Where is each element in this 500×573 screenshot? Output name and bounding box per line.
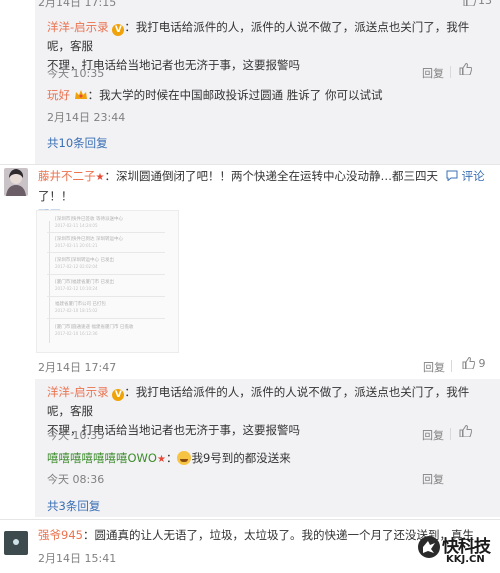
row-divider [47,318,165,319]
tracking-row-status: [厦门市]圆通速递 福建省厦门市 已揽收 [55,325,134,330]
reply-body: ：我大学的时候在中国邮政投诉过圆通 胜诉了 你可以试试 [87,88,383,102]
avatar[interactable] [4,168,28,196]
reply-time: 今天 08:36 [47,473,105,486]
attached-image[interactable]: [深圳市]快件已签收 等待派送中心 2017-02-11 14:24:05 [深… [36,210,179,353]
divider [0,519,500,520]
watermark-subtitle: KKJ.CN [446,554,485,565]
reply-time: 今天 10:35 [47,429,105,442]
reply-item: 洋洋-启示录 V ：我打电话给派件的人，派件的人说不做了，派送点也关门了，我件呢，… [47,383,494,443]
tracking-row-time: 2017-02-12 10:10:24 [55,286,98,291]
laughing-emoji-icon [177,451,192,465]
tracking-row-time: 2017-02-11 20:01:21 [55,243,98,248]
action-divider [450,428,451,440]
reply-body-line1: ：我打电话给派件的人，派件的人说不做了，派送点也关门了，我件呢，客服 [47,20,470,53]
tracking-row-time: 2017-02-10 18:15:02 [55,308,98,313]
reply-username[interactable]: 嘻嘻嘻嘻嘻嘻嘻OWO [47,451,157,465]
like-count: 9 [478,357,486,370]
tracking-row-status: [深圳市]深圳转运中心 已发出 [55,258,114,263]
timeline-line [49,221,50,343]
tracking-row-time: 2017-02-10 16:12:36 [55,331,98,336]
row-divider [47,274,165,275]
tracking-row-status: [厦门市]福建省厦门市 已发出 [55,280,114,285]
reply-button[interactable]: 回复 [422,65,444,81]
reply-item: 玩好 ：我大学的时候在中国邮政投诉过圆通 胜诉了 你可以试试 2月14日 23:… [47,86,494,126]
reply-item: 洋洋-启示录 V ：我打电话给派件的人，派件的人说不做了，派送点也关门了，我件呢，… [47,18,494,81]
tracking-row-status: 福建省厦门市公司 已打包 [55,302,106,307]
more-replies-link[interactable]: 共3条回复 [47,498,100,514]
reply-text: 洋洋-启示录 V ：我打电话给派件的人，派件的人说不做了，派送点也关门了，我件呢，… [47,383,477,440]
thumbs-up-icon[interactable] [459,63,472,76]
reply-button[interactable]: 回复 [423,359,445,375]
reply-button[interactable]: 回复 [422,427,444,443]
row-divider [47,232,165,233]
comment-username[interactable]: 强爷945 [38,528,83,542]
top-strip: 2月14日 17:15 13 [0,0,500,10]
avatar[interactable] [4,531,28,555]
reply-username[interactable]: 玩好 [47,88,70,102]
row-divider [47,252,165,253]
reply-item: 嘻嘻嘻嘻嘻嘻嘻OWO★： 我9号到的都没送来 今天 08:36 回复 [47,449,494,489]
comment-button[interactable]: 评论 [446,168,485,184]
reply-button[interactable]: 回复 [422,471,444,487]
tracking-row-time: 2017-02-12 02:02:04 [55,264,98,269]
star-badge-icon: ★ [156,454,166,465]
thumbs-up-icon[interactable] [459,425,472,438]
comment-date: 2月14日 15:41 [38,552,117,565]
comment-button-label: 评论 [461,169,485,183]
reply-body-line1: ：我打电话给派件的人，派件的人说不做了，派送点也关门了，我件呢，客服 [47,385,470,418]
prev-comment-date: 2月14日 17:15 [38,0,117,9]
tracking-row-status: [深圳市]快件已到达 深圳转运中心 [55,237,123,242]
action-divider [450,66,451,78]
reply-text: 洋洋-启示录 V ：我打电话给派件的人，派件的人说不做了，派送点也关门了，我件呢，… [47,18,477,75]
comment-date: 2月14日 17:47 [38,361,117,374]
like-button[interactable]: 9 [462,357,486,370]
comment-username[interactable]: 藤井不二子 [38,169,96,183]
watermark-emblem-icon [418,536,440,558]
more-replies-link[interactable]: 共10条回复 [47,135,108,151]
thumbs-up-icon [462,357,475,369]
reply-box: 洋洋-启示录 V ：我打电话给派件的人，派件的人说不做了，派送点也关门了，我件呢，… [35,10,500,164]
action-divider [451,360,452,372]
like-count: 13 [478,0,492,7]
row-divider [47,296,165,297]
reply-body: 我9号到的都没送来 [191,451,291,465]
tracking-row-status: [深圳市]快件已签收 等待派送中心 [55,217,123,222]
reply-time: 今天 10:35 [47,67,105,80]
reply-box: 洋洋-启示录 V ：我打电话给派件的人，派件的人说不做了，派送点也关门了，我件呢，… [35,379,500,517]
comment-body: ：圆通真的让人无语了，垃圾，太垃圾了。我的快递一个月了还没送到，真生 [82,528,474,542]
comment-icon [446,170,458,182]
reply-username[interactable]: 洋洋-启示录 [47,20,109,34]
verified-badge-icon: V [112,389,125,401]
reply-time: 2月14日 23:44 [47,111,126,124]
colon: ： [165,451,178,465]
reply-text: 玩好 ：我大学的时候在中国邮政投诉过圆通 胜诉了 你可以试试 [47,86,477,105]
reply-text: 嘻嘻嘻嘻嘻嘻嘻OWO★： 我9号到的都没送来 [47,449,477,469]
reply-username[interactable]: 洋洋-启示录 [47,385,109,399]
thumbs-up-icon[interactable] [463,0,476,7]
site-watermark-logo: 快科技 KKJ.CN [418,532,500,573]
crown-badge-icon [74,90,87,99]
verified-badge-icon: V [112,24,125,36]
tracking-row-time: 2017-02-11 14:24:05 [55,223,98,228]
